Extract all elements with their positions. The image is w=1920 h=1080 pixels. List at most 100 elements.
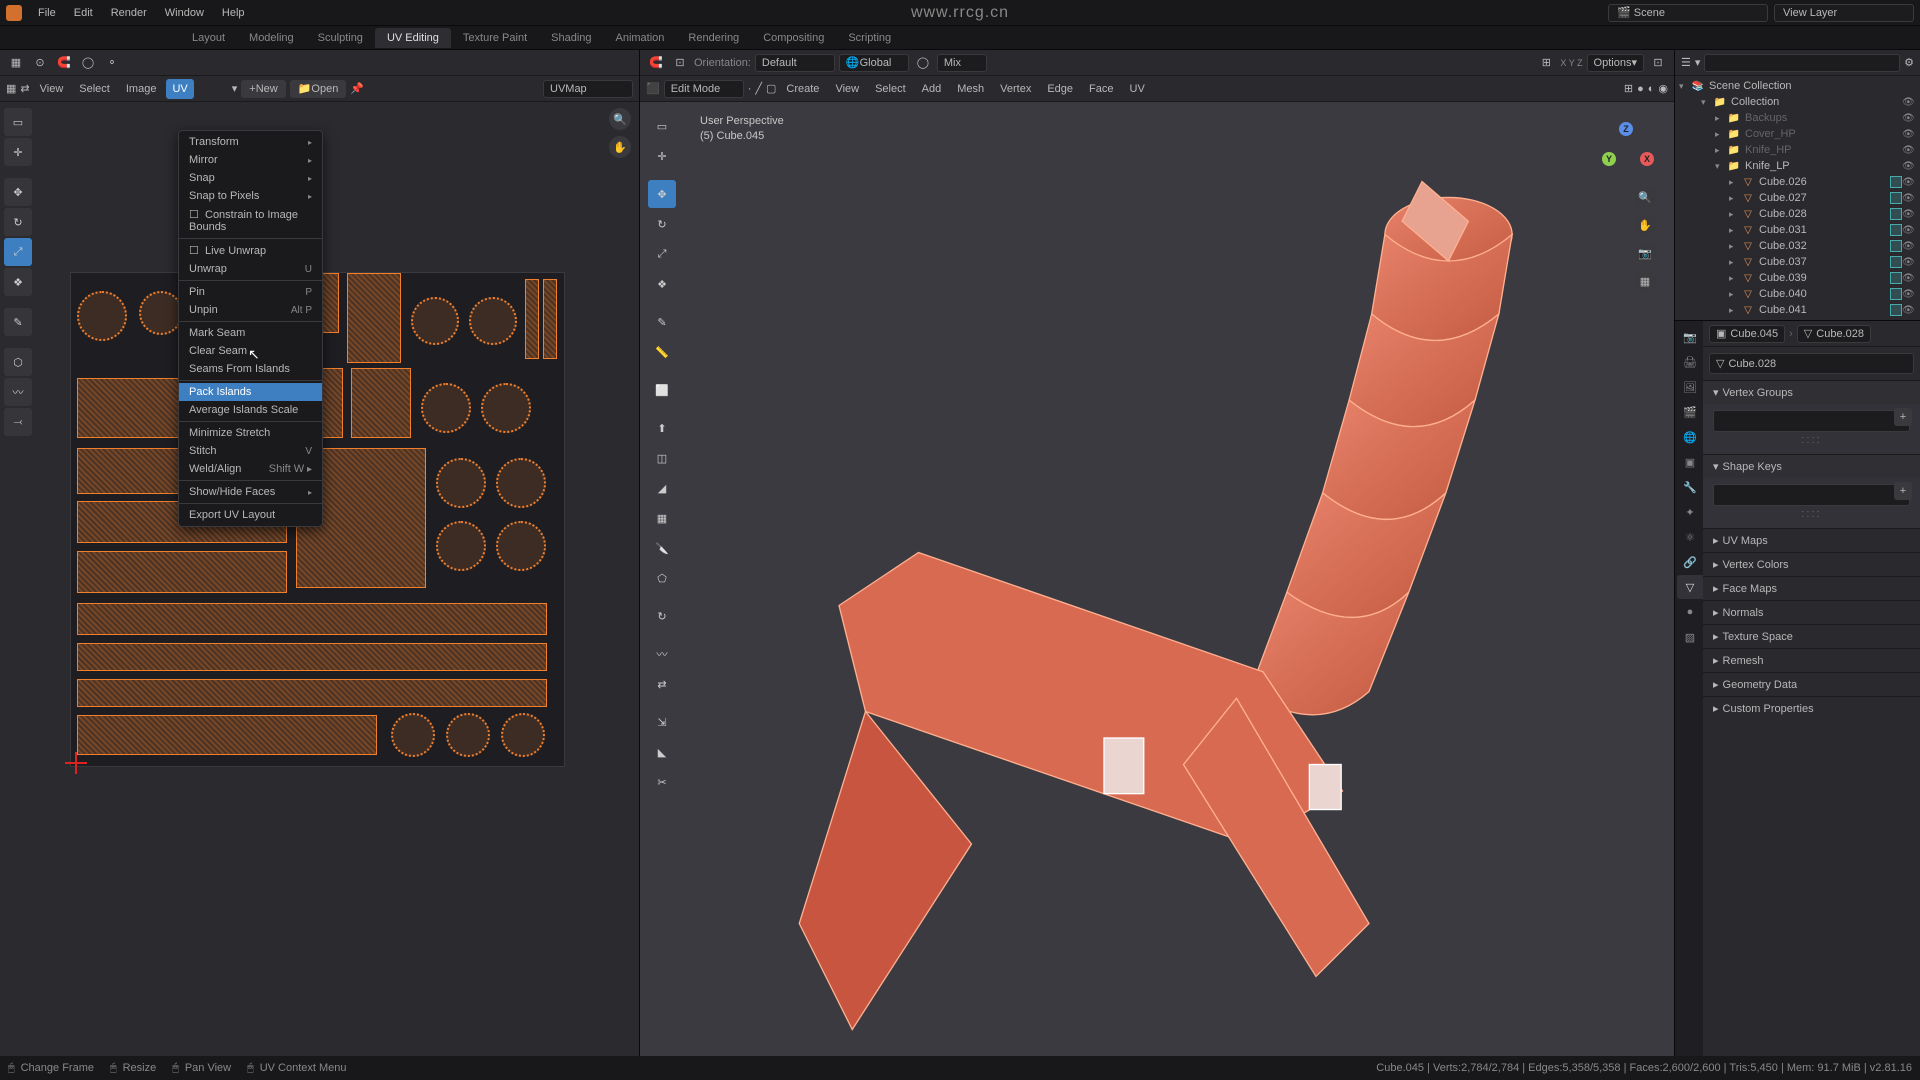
shading-rendered-icon[interactable]: ◉ xyxy=(1658,82,1668,95)
ws-uvediting[interactable]: UV Editing xyxy=(375,28,451,48)
tree-row[interactable]: ▸▽Cube.040👁 xyxy=(1675,286,1920,302)
outliner-filter-icon[interactable]: ⚙ xyxy=(1904,56,1914,69)
tree-row[interactable]: ▸▽Cube.032👁 xyxy=(1675,238,1920,254)
vptool-cursor-icon[interactable]: ✛ xyxy=(648,142,676,170)
panel-header[interactable]: ▸ Face Maps xyxy=(1703,577,1920,600)
outliner-tree[interactable]: ▾📚Scene Collection ▾📁Collection👁▸📁Backup… xyxy=(1675,76,1920,320)
dd-export-uv-layout[interactable]: Export UV Layout xyxy=(179,506,322,524)
panel-header[interactable]: ▸ Texture Space xyxy=(1703,625,1920,648)
dd-snap-pixels[interactable]: Snap to Pixels▸ xyxy=(179,187,322,205)
vp-overlays-icon[interactable]: ⊡ xyxy=(1648,53,1668,73)
vp-menu-uv[interactable]: UV xyxy=(1124,79,1151,99)
ws-compositing[interactable]: Compositing xyxy=(751,28,836,48)
tool-select-icon[interactable]: ▭ xyxy=(4,108,32,136)
uv-menu-view[interactable]: View xyxy=(34,79,70,99)
zoom-icon[interactable]: 🔍 xyxy=(609,108,631,130)
panel-add-button[interactable]: + xyxy=(1894,408,1912,426)
vptool-select-icon[interactable]: ▭ xyxy=(648,112,676,140)
tool-pinch-icon[interactable]: ⤙ xyxy=(4,408,32,436)
bc-mesh[interactable]: ▽ Cube.028 xyxy=(1797,325,1871,343)
vp-camera-icon[interactable]: 📷 xyxy=(1634,242,1656,264)
outliner-type-icon[interactable]: ☰ xyxy=(1681,56,1691,69)
tool-grab-icon[interactable]: ⬡ xyxy=(4,348,32,376)
shading-solid-icon[interactable]: ● xyxy=(1637,83,1644,95)
panel-header[interactable]: ▸ Vertex Colors xyxy=(1703,553,1920,576)
vp-menu-mesh[interactable]: Mesh xyxy=(951,79,990,99)
tree-row[interactable]: ▸▽Cube.028👁 xyxy=(1675,206,1920,222)
ws-rendering[interactable]: Rendering xyxy=(676,28,751,48)
menu-render[interactable]: Render xyxy=(103,3,155,23)
tree-row[interactable]: ▸📁Cover_HP👁 xyxy=(1675,126,1920,142)
panel-drag-handle[interactable]: :::: xyxy=(1713,506,1910,522)
gizmo-x-icon[interactable]: X xyxy=(1640,152,1654,166)
uv-open-button[interactable]: 📁 Open xyxy=(290,80,347,98)
panel-header[interactable]: ▸ Geometry Data xyxy=(1703,673,1920,696)
vp-menu-edge[interactable]: Edge xyxy=(1041,79,1079,99)
tool-move-icon[interactable]: ✥ xyxy=(4,178,32,206)
ws-animation[interactable]: Animation xyxy=(604,28,677,48)
vp-zoom-icon[interactable]: 🔍 xyxy=(1634,186,1656,208)
tool-transform-icon[interactable]: ❖ xyxy=(4,268,32,296)
dd-unwrap[interactable]: UnwrapU xyxy=(179,260,322,278)
vptool-polybuild-icon[interactable]: ⬠ xyxy=(648,564,676,592)
uv-menu-image[interactable]: Image xyxy=(120,79,163,99)
panel-header[interactable]: ▾ Vertex Groups xyxy=(1703,381,1920,404)
vptool-annotate-icon[interactable]: ✎ xyxy=(648,308,676,336)
vp-menu-select[interactable]: Select xyxy=(869,79,912,99)
gizmo-y-icon[interactable]: Y xyxy=(1602,152,1616,166)
dd-unpin[interactable]: UnpinAlt P xyxy=(179,301,322,319)
tree-scene-collection[interactable]: ▾📚Scene Collection xyxy=(1675,78,1920,94)
panel-header[interactable]: ▸ UV Maps xyxy=(1703,529,1920,552)
vptool-smooth-icon[interactable]: 〰 xyxy=(648,640,676,668)
tool-scale-icon[interactable]: ⤢ xyxy=(4,238,32,266)
vptool-move-icon[interactable]: ✥ xyxy=(648,180,676,208)
vp-proportional-icon[interactable]: ◯ xyxy=(913,53,933,73)
tree-row[interactable]: ▸▽Cube.037👁 xyxy=(1675,254,1920,270)
vptool-shrink-icon[interactable]: ⇲ xyxy=(648,708,676,736)
tree-row[interactable]: ▸▽Cube.039👁 xyxy=(1675,270,1920,286)
menu-file[interactable]: File xyxy=(30,3,64,23)
tool-cursor-icon[interactable]: ✛ xyxy=(4,138,32,166)
vptool-loopcut-icon[interactable]: ▦ xyxy=(648,504,676,532)
dd-mark-seam[interactable]: Mark Seam xyxy=(179,324,322,342)
vp-btn-create[interactable]: Create xyxy=(780,79,825,99)
gizmo-z-icon[interactable]: Z xyxy=(1619,122,1633,136)
vp-snap-icon[interactable]: 🧲 xyxy=(646,53,666,73)
ptab-output-icon[interactable]: 🖨 xyxy=(1677,350,1703,374)
ptab-material-icon[interactable]: ● xyxy=(1677,600,1703,624)
ws-layout[interactable]: Layout xyxy=(180,28,237,48)
vptool-rotate-icon[interactable]: ↻ xyxy=(648,210,676,238)
viewport-canvas[interactable]: User Perspective (5) Cube.045 ▭ ✛ ✥ ↻ ⤢ … xyxy=(640,102,1674,1056)
vptool-edgeslide-icon[interactable]: ⇄ xyxy=(648,670,676,698)
dd-snap[interactable]: Snap▸ xyxy=(179,169,322,187)
vptool-bevel-icon[interactable]: ◢ xyxy=(648,474,676,502)
uv-sync-icon[interactable]: ⇄ xyxy=(20,82,29,95)
tree-row[interactable]: ▸▽Cube.041👁 xyxy=(1675,302,1920,318)
dd-pack-islands[interactable]: Pack Islands xyxy=(179,383,322,401)
ws-modeling[interactable]: Modeling xyxy=(237,28,306,48)
sel-face-icon[interactable]: ▢ xyxy=(766,82,776,95)
vptool-knife-icon[interactable]: 🔪 xyxy=(648,534,676,562)
vptool-extrude-icon[interactable]: ⬆ xyxy=(648,414,676,442)
uv-mode-icon[interactable]: ▦ xyxy=(6,82,16,95)
dd-pin[interactable]: PinP xyxy=(179,283,322,301)
ptab-viewlayer-icon[interactable]: 🖼 xyxy=(1677,375,1703,399)
vptool-rip-icon[interactable]: ✂ xyxy=(648,768,676,796)
ptab-world-icon[interactable]: 🌐 xyxy=(1677,425,1703,449)
ws-shading[interactable]: Shading xyxy=(539,28,603,48)
outliner-display-icon[interactable]: ▾ xyxy=(1695,56,1701,69)
dd-transform[interactable]: Transform▸ xyxy=(179,133,322,151)
panel-header[interactable]: ▸ Normals xyxy=(1703,601,1920,624)
mesh-name-field[interactable]: ▽ Cube.028 xyxy=(1709,353,1914,374)
vp-menu-add[interactable]: Add xyxy=(916,79,948,99)
tool-annotate-icon[interactable]: ✎ xyxy=(4,308,32,336)
ptab-texture-icon[interactable]: ▨ xyxy=(1677,625,1703,649)
ws-scripting[interactable]: Scripting xyxy=(836,28,903,48)
ptab-scene-icon[interactable]: 🎬 xyxy=(1677,400,1703,424)
vptool-inset-icon[interactable]: ◫ xyxy=(648,444,676,472)
tree-row[interactable]: ▸📁Backups👁 xyxy=(1675,110,1920,126)
ptab-object-icon[interactable]: ▣ xyxy=(1677,450,1703,474)
ptab-physics-icon[interactable]: ⚛ xyxy=(1677,525,1703,549)
vp-menu-vertex[interactable]: Vertex xyxy=(994,79,1037,99)
ptab-modifier-icon[interactable]: 🔧 xyxy=(1677,475,1703,499)
